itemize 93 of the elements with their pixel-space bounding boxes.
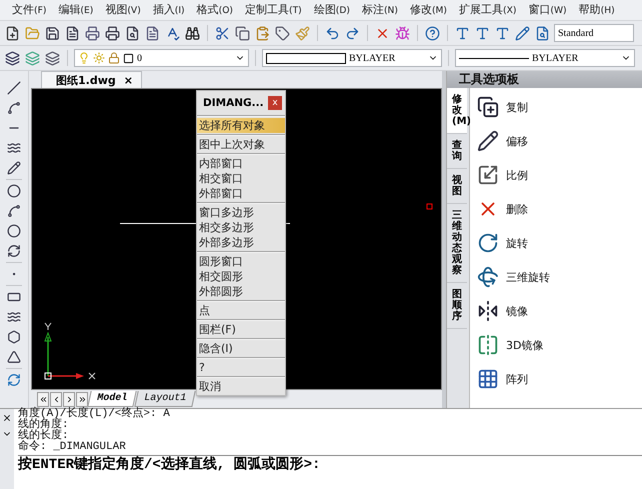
polyline-icon[interactable] (6, 99, 22, 117)
menu-item[interactable]: 圆形窗口 (197, 254, 285, 269)
menu-item[interactable]: 定制工具(T) (239, 0, 308, 20)
palette-tab[interactable]: 图顺序 (447, 283, 467, 329)
polygon-icon[interactable] (6, 328, 22, 346)
menu-item[interactable]: 窗口(W) (522, 0, 573, 20)
menu-item[interactable]: 点 (197, 303, 285, 318)
palette-tab[interactable]: 视图 (447, 169, 467, 204)
rotate-icon (476, 231, 500, 255)
first-page-button[interactable] (37, 392, 49, 406)
arc-icon[interactable] (6, 202, 22, 220)
help-icon[interactable] (424, 24, 441, 42)
last-page-button[interactable] (76, 392, 88, 406)
close-icon[interactable] (2, 413, 12, 423)
palette-tool[interactable]: 比例 (470, 158, 642, 192)
double-chevron-left-icon (38, 394, 48, 404)
palette-tool[interactable]: 阵列 (470, 362, 642, 396)
palette-tool[interactable]: 镜像 (470, 294, 642, 328)
circle-icon[interactable] (6, 182, 22, 200)
palette-tool[interactable]: 3D镜像 (470, 328, 642, 362)
menu-item[interactable]: 外部圆形 (197, 284, 285, 299)
menu-item[interactable]: ? (197, 360, 285, 375)
palette-tab[interactable]: 查询 (447, 134, 467, 169)
menu-item[interactable]: 插入(I) (146, 0, 191, 20)
menu-item[interactable]: 帮助(H) (572, 0, 621, 20)
previous-page-button[interactable] (50, 392, 62, 406)
close-button[interactable]: x (268, 96, 282, 110)
ellipse-icon[interactable] (6, 222, 22, 240)
menu-item[interactable]: 外部多边形 (197, 235, 285, 250)
copy-icon (476, 95, 500, 119)
layer-dropdown[interactable]: 0 (74, 49, 249, 67)
menu-item[interactable]: 内部窗口 (197, 156, 285, 171)
print-icon[interactable] (84, 24, 101, 42)
menu-item[interactable]: 文件(F) (6, 0, 52, 20)
sun-icon (93, 52, 105, 64)
palette-tool[interactable]: 三维旋转 (470, 260, 642, 294)
grid-icon (476, 367, 500, 391)
menu-item[interactable]: 扩展工具(X) (453, 0, 522, 20)
color-dropdown[interactable]: BYLAYER (262, 49, 442, 67)
find-text-icon[interactable] (534, 24, 551, 42)
layout-tab[interactable]: Model (87, 391, 137, 407)
menu-item[interactable]: 取消 (197, 379, 285, 394)
close-tab-button[interactable]: × (124, 74, 133, 86)
palette-tab[interactable]: 三维动态观察 (447, 204, 467, 283)
palette-title: 工具选项板 (447, 71, 642, 88)
document-icon[interactable] (64, 24, 81, 42)
menu-item[interactable]: 图中上次对象 (197, 137, 285, 152)
menu-item[interactable]: 围栏(F) (197, 322, 285, 337)
menu-item[interactable]: 格式(O) (190, 0, 239, 20)
rotate-3d-icon (476, 265, 500, 289)
palette-tool[interactable]: 偏移 (470, 124, 642, 158)
menu-title: DIMANG... (203, 97, 264, 109)
menu-item[interactable]: 窗口多边形 (197, 205, 285, 220)
text-style-dropdown[interactable]: Standard (554, 24, 634, 42)
command-prompt: 按ENTER键指定角度/<选择直线, 圆弧或圆形>: (18, 455, 642, 474)
menu-item[interactable]: 隐含(I) (197, 341, 285, 356)
paste-icon[interactable] (254, 24, 271, 42)
menu-item[interactable]: 修改(M) (404, 0, 453, 20)
layers-icon[interactable] (4, 49, 21, 67)
scale-icon (476, 163, 500, 187)
copy-icon[interactable] (234, 24, 251, 42)
new-file-icon[interactable] (4, 24, 21, 42)
mirror-icon (476, 299, 500, 323)
printer-icon[interactable] (104, 24, 121, 42)
menu-item[interactable]: 选择所有对象 (197, 118, 285, 133)
marker-icon (426, 203, 433, 210)
palette-tool[interactable]: 旋转 (470, 226, 642, 260)
mirror-3d-icon (476, 333, 500, 357)
menu-item[interactable]: 相交多边形 (197, 220, 285, 235)
menu-item[interactable]: 编辑(E) (52, 0, 100, 20)
lightbulb-icon (78, 52, 90, 64)
color-square-icon (123, 52, 134, 64)
regen-icon[interactable] (6, 371, 22, 389)
double-chevron-right-icon (78, 394, 86, 404)
menu-item[interactable]: 相交窗口 (197, 171, 285, 186)
preview-icon[interactable] (124, 24, 141, 42)
menu-item[interactable]: 绘图(D) (308, 0, 356, 20)
linetype-dropdown[interactable]: BYLAYER (455, 49, 635, 67)
next-page-button[interactable] (63, 392, 75, 406)
menu-item[interactable]: 外部窗口 (197, 186, 285, 201)
layout-tab[interactable]: Layout1 (134, 391, 196, 407)
menu-item[interactable]: 标注(N) (356, 0, 404, 20)
menu-item[interactable]: 相交圆形 (197, 269, 285, 284)
command-history-line: 命令: _DIMANGULAR (18, 442, 127, 453)
palette-tool[interactable]: 复制 (470, 90, 642, 124)
palette-tool[interactable]: 删除 (470, 192, 642, 226)
purge-icon[interactable] (394, 24, 411, 42)
document-tab[interactable]: 图纸1.dwg × (41, 71, 142, 88)
line-icon[interactable] (6, 79, 22, 97)
lock-icon (108, 52, 120, 64)
edit-text-icon[interactable] (514, 24, 531, 42)
menu-item[interactable]: 视图(V) (99, 0, 147, 20)
layer-previous-icon[interactable] (44, 49, 61, 67)
